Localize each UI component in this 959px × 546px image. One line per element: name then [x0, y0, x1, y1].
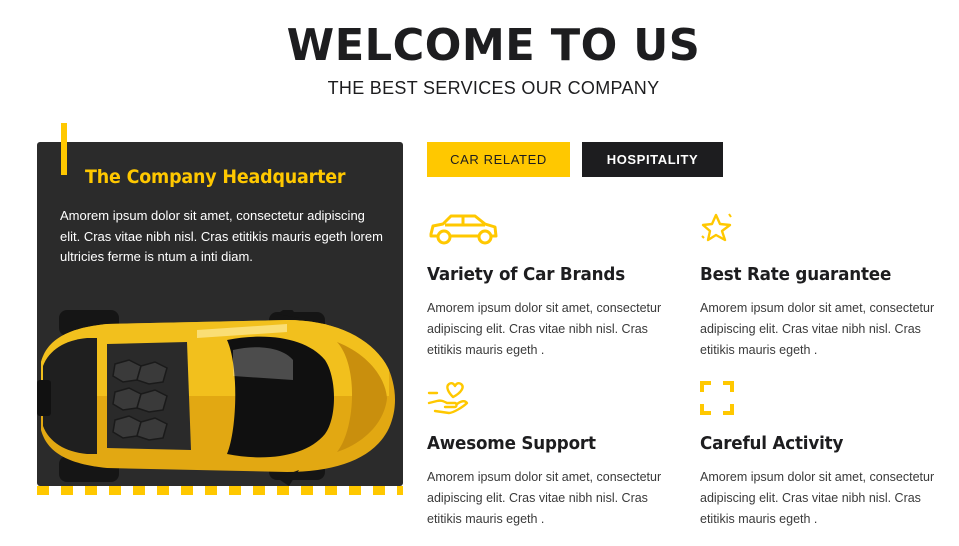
headquarter-card: The Company Headquarter Amorem ipsum dol… — [37, 142, 403, 486]
feature-text: Amorem ipsum dolor sit amet, consectetur… — [700, 301, 935, 357]
star-icon — [701, 213, 732, 242]
feature-title: Careful Activity — [700, 433, 844, 454]
feature-title: Variety of Car Brands — [427, 264, 625, 285]
headquarter-title: The Company Headquarter — [85, 166, 346, 188]
page-subtitle: THE BEST SERVICES OUR COMPANY — [327, 78, 660, 98]
sports-car-image — [37, 310, 395, 486]
feature-title: Best Rate guarantee — [700, 264, 892, 285]
focus-frame-icon — [700, 381, 734, 415]
hand-heart-icon — [427, 381, 469, 415]
checkered-stripe — [37, 486, 403, 495]
headquarter-text: Amorem ipsum dolor sit amet, consectetur… — [60, 208, 383, 264]
tab-car-related[interactable]: CAR RELATED — [427, 142, 570, 177]
car-icon — [429, 214, 498, 245]
feature-title: Awesome Support — [427, 433, 596, 454]
feature-text: Amorem ipsum dolor sit amet, consectetur… — [700, 470, 935, 526]
accent-bar — [61, 123, 67, 175]
page-title: WELCOME TO US — [286, 20, 701, 71]
feature-text: Amorem ipsum dolor sit amet, consectetur… — [427, 301, 662, 357]
tab-hospitality[interactable]: HOSPITALITY — [582, 142, 723, 177]
feature-text: Amorem ipsum dolor sit amet, consectetur… — [427, 470, 662, 526]
